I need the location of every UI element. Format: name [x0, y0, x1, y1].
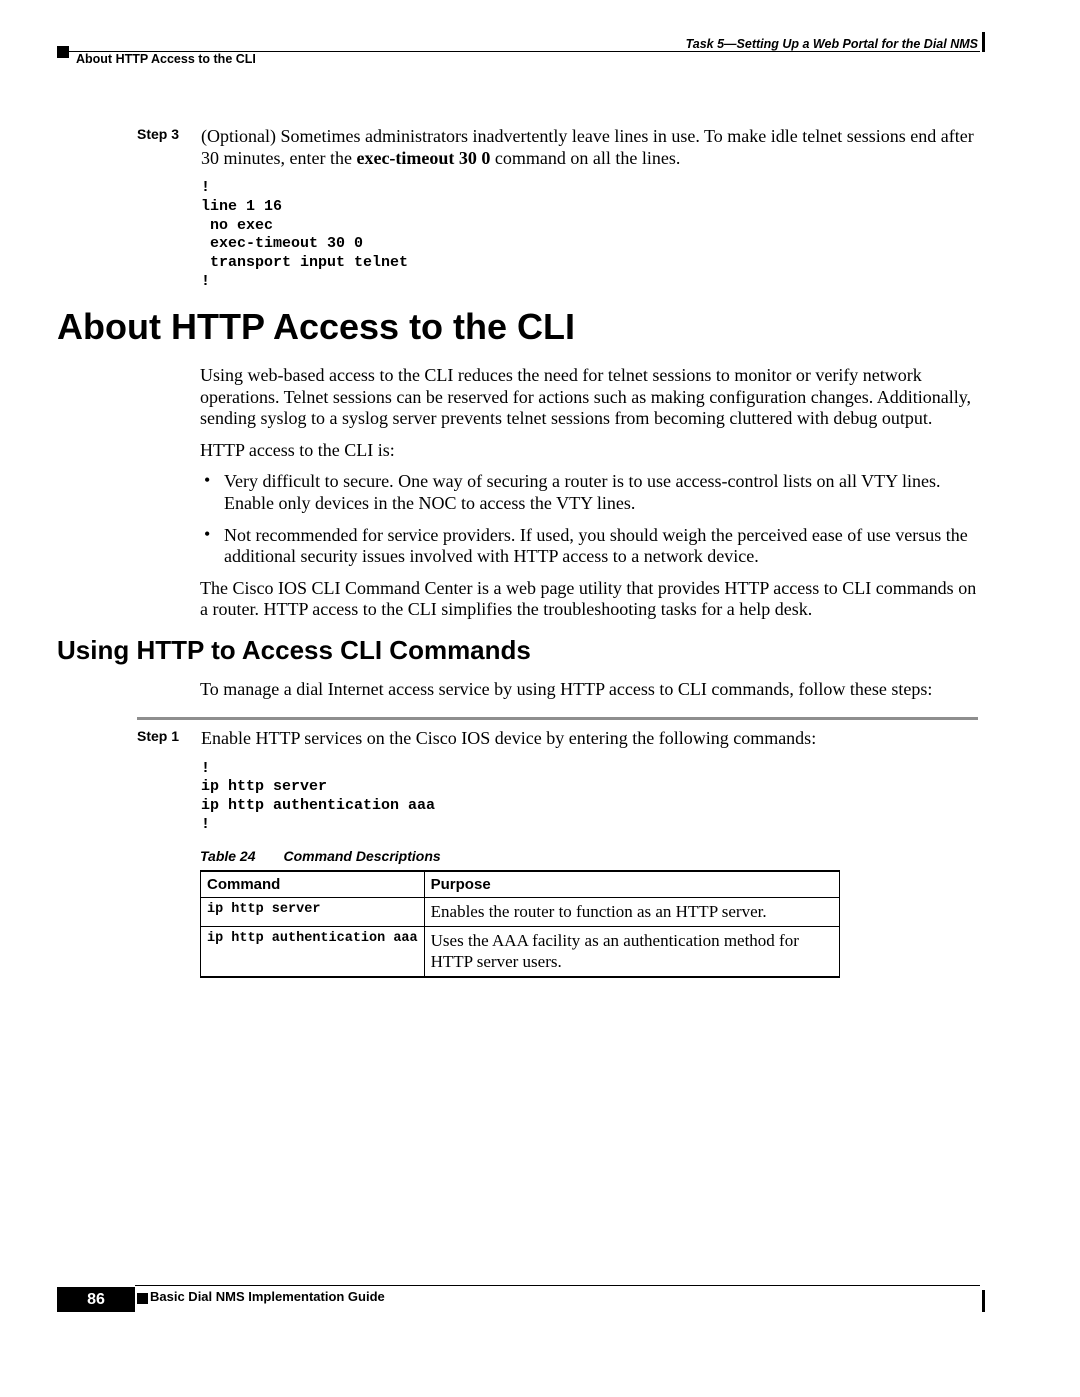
page-number-box: 86	[57, 1287, 135, 1312]
command-table: Command Purpose ip http server Enables t…	[200, 870, 840, 978]
header-square-marker	[57, 46, 69, 58]
step-3-text-after: command on all the lines.	[490, 148, 680, 168]
step-1-body: Enable HTTP services on the Cisco IOS de…	[201, 728, 978, 835]
table-header-row: Command Purpose	[201, 871, 840, 898]
para-1: Using web-based access to the CLI reduce…	[200, 365, 978, 430]
step-separator	[137, 717, 978, 720]
bullet-1: Very difficult to secure. One way of sec…	[200, 471, 978, 514]
cell-command: ip http authentication aaa	[201, 927, 425, 977]
th-command: Command	[201, 871, 425, 898]
heading-2: Using HTTP to Access CLI Commands	[57, 635, 531, 666]
running-header-left: About HTTP Access to the CLI	[76, 52, 256, 66]
th-purpose: Purpose	[424, 871, 839, 898]
step-1: Step 1 Enable HTTP services on the Cisco…	[137, 728, 978, 835]
step-3-body: (Optional) Sometimes administrators inad…	[201, 126, 978, 292]
step-3-code-block: ! line 1 16 no exec exec-timeout 30 0 tr…	[201, 179, 978, 292]
section-body-1: Using web-based access to the CLI reduce…	[200, 365, 978, 631]
footer-title: Basic Dial NMS Implementation Guide	[150, 1289, 385, 1304]
cell-purpose: Enables the router to function as an HTT…	[424, 898, 839, 927]
running-header-right: Task 5—Setting Up a Web Portal for the D…	[686, 37, 978, 51]
step-1-text: Enable HTTP services on the Cisco IOS de…	[201, 728, 816, 748]
cell-purpose: Uses the AAA facility as an authenticati…	[424, 927, 839, 977]
footer-tick-right	[982, 1290, 985, 1312]
page: Task 5—Setting Up a Web Portal for the D…	[0, 0, 1080, 1397]
bullet-list: Very difficult to secure. One way of sec…	[200, 471, 978, 567]
table-caption: Table 24 Command Descriptions	[200, 848, 441, 864]
footer-rule	[135, 1285, 980, 1286]
table-number: Table 24	[200, 848, 256, 864]
para-4: To manage a dial Internet access service…	[200, 679, 932, 699]
table-row: ip http server Enables the router to fun…	[201, 898, 840, 927]
step-3-label: Step 3	[137, 126, 197, 142]
header-tick-right	[982, 32, 985, 52]
footer-square-marker	[137, 1293, 148, 1304]
para-2: HTTP access to the CLI is:	[200, 440, 978, 462]
step-1-code-block: ! ip http server ip http authentication …	[201, 760, 978, 835]
step-3: Step 3 (Optional) Sometimes administrato…	[137, 126, 978, 292]
step-3-command-inline: exec-timeout 30 0	[356, 148, 490, 168]
table-row: ip http authentication aaa Uses the AAA …	[201, 927, 840, 977]
bullet-2: Not recommended for service providers. I…	[200, 525, 978, 568]
heading-1: About HTTP Access to the CLI	[57, 306, 575, 348]
step-1-label: Step 1	[137, 728, 197, 744]
para-3: The Cisco IOS CLI Command Center is a we…	[200, 578, 978, 621]
table-title: Command Descriptions	[284, 848, 441, 864]
section-body-2: To manage a dial Internet access service…	[200, 679, 978, 701]
cell-command: ip http server	[201, 898, 425, 927]
